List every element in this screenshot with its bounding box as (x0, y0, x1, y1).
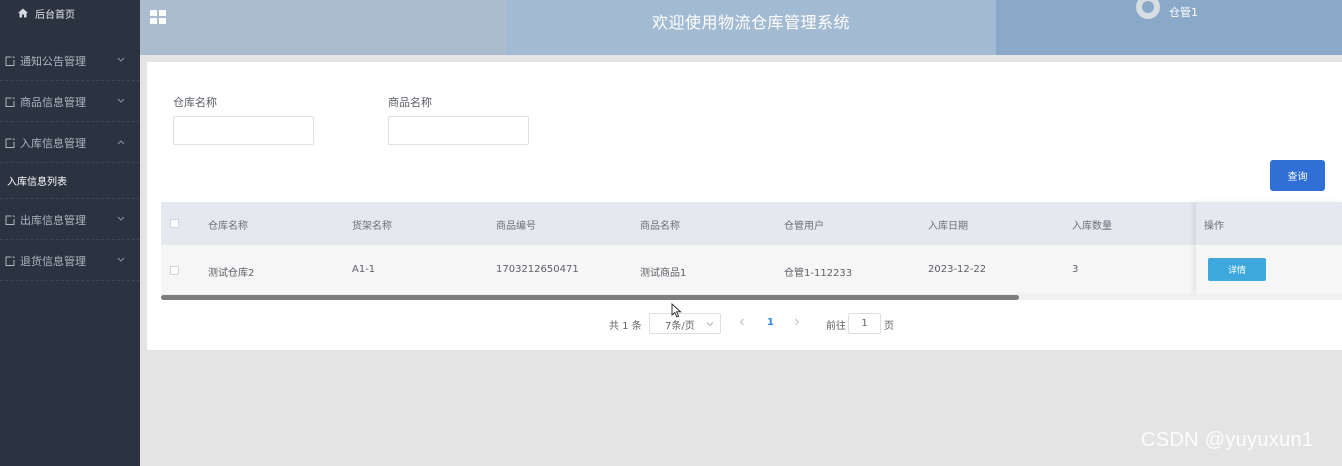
chevron-down-icon (117, 57, 125, 62)
sidebar-home-label: 后台首页 (35, 9, 75, 21)
column-header[interactable]: 商品编号 (496, 217, 536, 232)
home-icon (17, 7, 29, 19)
warehouse-name-label: 仓库名称 (173, 96, 217, 109)
chevron-down-icon (117, 216, 125, 221)
sidebar-subitem-inbound-list[interactable]: 入库信息列表 (0, 163, 140, 199)
sidebar-item-label: 通知公告管理 (20, 54, 86, 68)
edit-doc-icon (4, 255, 16, 267)
column-header[interactable]: 货架名称 (352, 217, 392, 232)
goto-label: 前往 (826, 321, 846, 332)
cell-date: 2023-12-22 (928, 264, 987, 275)
pagination-total: 共 1 条 (609, 321, 642, 332)
select-all-checkbox[interactable] (170, 219, 179, 228)
detail-button[interactable]: 详情 (1208, 258, 1266, 281)
edit-doc-icon (4, 214, 16, 226)
cell-product-code: 1703212650471 (496, 264, 579, 275)
mouse-cursor-icon (671, 303, 682, 318)
table-header: 仓库名称 货架名称 商品编号 商品名称 仓管用户 入库日期 入库数量 操作 (161, 202, 1342, 245)
sidebar-item-outbound[interactable]: 出库信息管理 (0, 200, 140, 240)
page-size-value: 7条/页 (665, 321, 695, 332)
cell-shelf: A1-1 (352, 264, 376, 275)
edit-doc-icon (4, 137, 16, 149)
sidebar-subitem-label: 入库信息列表 (7, 177, 67, 188)
edit-doc-icon (4, 55, 16, 67)
content-panel: 仓库名称 商品名称 查询 仓库名称 货架名称 商品编号 商品名称 仓管用户 入库… (147, 62, 1342, 350)
cell-warehouse: 测试仓库2 (208, 268, 255, 279)
chevron-down-icon (706, 322, 714, 327)
chevron-down-icon (117, 257, 125, 262)
column-header[interactable]: 仓管用户 (784, 217, 824, 232)
column-header[interactable]: 入库日期 (928, 217, 968, 232)
cell-quantity: 3 (1072, 264, 1079, 275)
page-unit-label: 页 (884, 321, 894, 332)
horizontal-scrollbar-thumb[interactable] (161, 295, 1019, 300)
page-number-current[interactable]: 1 (767, 317, 774, 328)
sidebar-home[interactable]: 后台首页 (0, 0, 140, 26)
page-title: 欢迎使用物流仓库管理系统 (651, 13, 850, 32)
sidebar-item-label: 入库信息管理 (20, 136, 86, 150)
column-header[interactable]: 商品名称 (640, 217, 680, 232)
edit-doc-icon (4, 96, 16, 108)
grid-menu-icon[interactable] (150, 10, 166, 24)
sidebar-item-product[interactable]: 商品信息管理 (0, 82, 140, 122)
chevron-right-icon[interactable] (792, 316, 802, 328)
cell-product-name: 测试商品1 (640, 268, 687, 279)
row-checkbox[interactable] (170, 266, 179, 275)
sidebar-item-notice[interactable]: 通知公告管理 (0, 41, 140, 81)
warehouse-name-input[interactable] (173, 116, 314, 145)
goto-page-input[interactable]: 1 (848, 313, 881, 334)
page-size-select[interactable]: 7条/页 (649, 313, 721, 334)
product-name-label: 商品名称 (388, 96, 432, 109)
column-header[interactable]: 入库数量 (1072, 217, 1112, 232)
sidebar-item-label: 出库信息管理 (20, 213, 86, 227)
top-header: 欢迎使用物流仓库管理系统 仓管1 (140, 0, 1342, 55)
avatar[interactable] (1135, 0, 1161, 20)
sidebar: 后台首页 通知公告管理 商品信息管理 入库信息管理 入库信息列表 出库信息管理 … (0, 0, 140, 466)
sidebar-item-return[interactable]: 退货信息管理 (0, 241, 140, 281)
watermark: CSDN @yuyuxun1 (1141, 429, 1314, 451)
sidebar-item-label: 退货信息管理 (20, 254, 86, 268)
table-row[interactable]: 测试仓库2 A1-1 1703212650471 测试商品1 仓管1-11223… (161, 245, 1342, 295)
column-header[interactable]: 仓库名称 (208, 217, 248, 232)
chevron-up-icon (117, 140, 125, 145)
fixed-action-column (1196, 202, 1342, 295)
chevron-down-icon (117, 98, 125, 103)
query-button[interactable]: 查询 (1270, 160, 1325, 191)
product-name-input[interactable] (388, 116, 529, 145)
sidebar-item-inbound[interactable]: 入库信息管理 (0, 123, 140, 163)
sidebar-item-label: 商品信息管理 (20, 95, 86, 109)
chevron-left-icon[interactable] (737, 316, 747, 328)
cell-keeper: 仓管1-112233 (784, 268, 853, 279)
user-name[interactable]: 仓管1 (1169, 4, 1198, 20)
